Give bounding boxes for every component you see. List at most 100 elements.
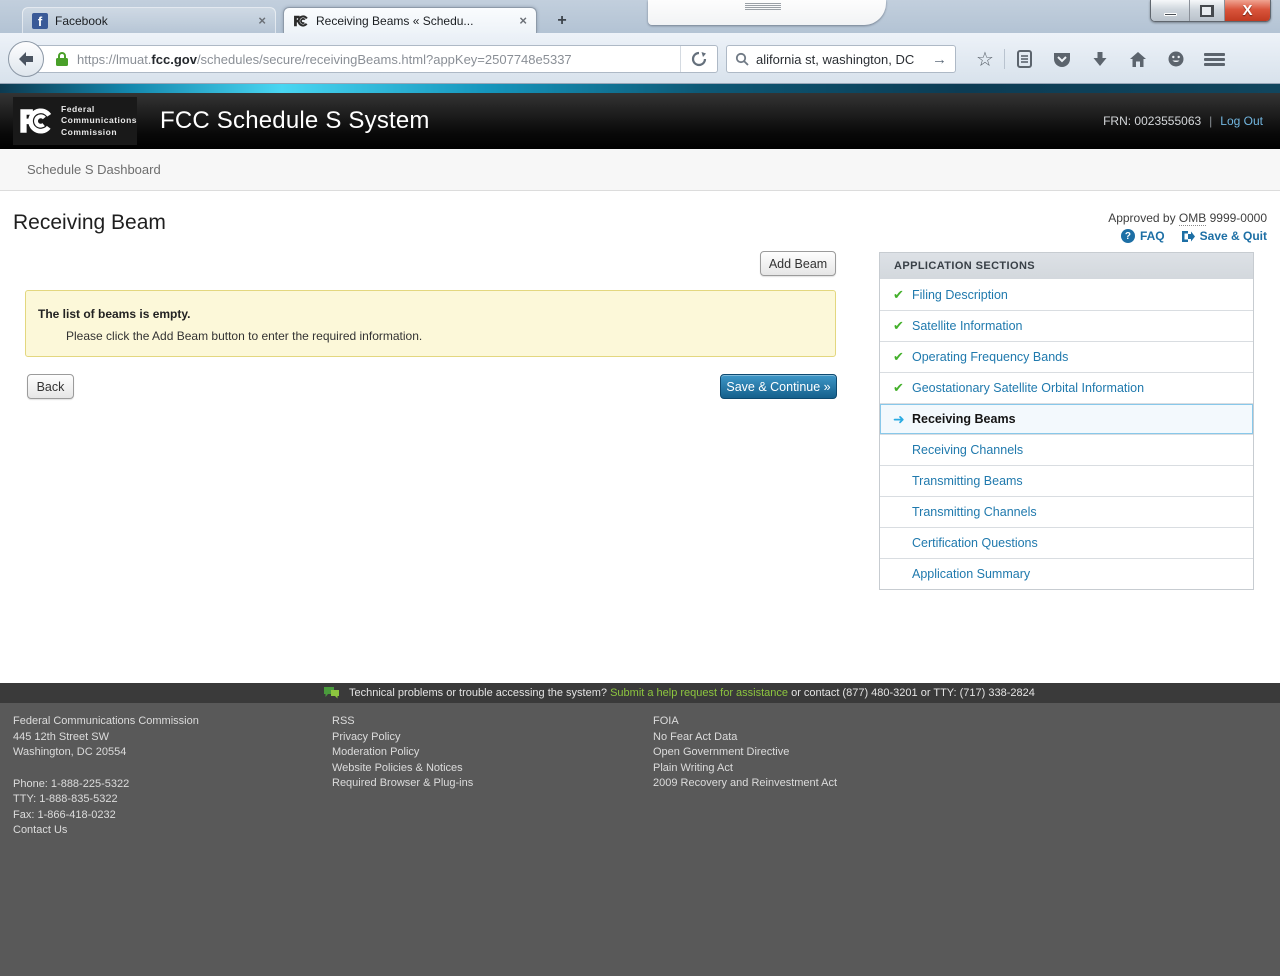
sidebar-item-filing-description[interactable]: ✔ Filing Description	[880, 279, 1253, 310]
footer-link-moderation[interactable]: Moderation Policy	[332, 745, 473, 761]
home-icon[interactable]	[1119, 51, 1157, 68]
save-continue-button[interactable]: Save & Continue »	[720, 374, 837, 399]
new-tab-button[interactable]: +	[549, 10, 575, 32]
breadcrumb: Schedule S Dashboard	[0, 149, 1280, 191]
reload-icon	[691, 51, 707, 67]
question-icon: ?	[1120, 229, 1135, 243]
reload-button[interactable]	[680, 46, 717, 72]
check-icon: ✔	[893, 318, 904, 333]
contact-us-link[interactable]: Contact Us	[13, 823, 199, 839]
footer-link-plain-writing[interactable]: Plain Writing Act	[653, 761, 837, 777]
sidebar-item-transmitting-beams[interactable]: Transmitting Beams	[880, 465, 1253, 496]
app-title: FCC Schedule S System	[160, 107, 430, 134]
footer-text: Phone: 1-888-225-5322	[13, 777, 130, 790]
footer-gov-column: FOIA No Fear Act Data Open Government Di…	[653, 714, 837, 792]
check-icon: ✔	[893, 286, 904, 302]
faq-link[interactable]: ? FAQ	[1120, 229, 1165, 243]
facebook-icon: f	[32, 12, 48, 29]
check-icon: ✔	[893, 349, 904, 364]
footer-link-rss[interactable]: RSS	[332, 714, 473, 730]
breadcrumb-item[interactable]: Schedule S Dashboard	[27, 162, 161, 177]
page-title: Receiving Beam	[13, 211, 166, 234]
browser-navbar: https://lmuat.fcc.gov/schedules/secure/r…	[0, 33, 1280, 84]
sidebar-item-application-summary[interactable]: Application Summary	[880, 558, 1253, 589]
alert-title: The list of beams is empty.	[38, 307, 191, 321]
browser-titlebar: f Facebook × Receiving Beams « Schedu...…	[0, 0, 1280, 33]
footer-link-no-fear[interactable]: No Fear Act Data	[653, 730, 837, 746]
sidebar-item-receiving-beams[interactable]: ➜ Receiving Beams	[880, 403, 1253, 434]
header-separator: |	[1209, 114, 1213, 128]
omb-abbr: OMB	[1178, 211, 1207, 226]
help-request-link[interactable]: Submit a help request for assistance	[610, 687, 788, 699]
window-controls: X	[1150, 0, 1271, 22]
header-session: FRN: 0023555063 | Log Out	[1103, 93, 1263, 149]
restore-button[interactable]	[1190, 0, 1225, 21]
exit-icon	[1181, 230, 1195, 242]
footer-link-open-gov[interactable]: Open Government Directive	[653, 745, 837, 761]
omb-approval: Approved by OMB 9999-0000	[1108, 211, 1267, 226]
footer-policies-column: RSS Privacy Policy Moderation Policy Web…	[332, 714, 473, 792]
footer-text: Federal Communications Commission	[13, 715, 199, 727]
add-beam-button[interactable]: Add Beam	[760, 251, 836, 276]
footer-link-privacy[interactable]: Privacy Policy	[332, 730, 473, 746]
footer-link-website-policies[interactable]: Website Policies & Notices	[332, 761, 473, 777]
sidebar-item-satellite-information[interactable]: ✔ Satellite Information	[880, 310, 1253, 341]
help-text: Technical problems or trouble accessing …	[349, 687, 1035, 699]
close-tab-icon[interactable]: ×	[519, 14, 527, 27]
page-footer: Federal Communications Commission 445 12…	[0, 703, 1280, 976]
toolbar-icons: ☆	[966, 45, 1233, 73]
page-meta: Approved by OMB 9999-0000 ? FAQ Save & Q…	[1108, 211, 1267, 243]
save-quit-link[interactable]: Save & Quit	[1181, 229, 1267, 243]
tab-title: Facebook	[55, 13, 108, 28]
search-go-icon[interactable]: →	[932, 51, 947, 68]
tab-facebook[interactable]: f Facebook ×	[22, 7, 276, 33]
bookmark-star-icon[interactable]: ☆	[966, 47, 1004, 72]
panel-header: APPLICATION SECTIONS	[880, 253, 1253, 279]
sidebar-item-operating-frequency-bands[interactable]: ✔ Operating Frequency Bands	[880, 341, 1253, 372]
bookmarks-menu-icon[interactable]	[1005, 50, 1043, 68]
footer-text: Fax: 1-866-418-0232	[13, 808, 116, 821]
page-accent-bar	[0, 84, 1280, 93]
downloads-icon[interactable]	[1081, 51, 1119, 68]
back-nav-button[interactable]	[8, 41, 44, 77]
sidebar-item-receiving-channels[interactable]: Receiving Channels	[880, 434, 1253, 465]
close-tab-icon[interactable]: ×	[258, 14, 266, 27]
search-icon	[735, 52, 749, 66]
footer-link-foia[interactable]: FOIA	[653, 714, 837, 730]
close-icon: X	[1242, 2, 1253, 19]
logout-link[interactable]: Log Out	[1220, 114, 1263, 128]
url-bar[interactable]: https://lmuat.fcc.gov/schedules/secure/r…	[26, 45, 718, 73]
application-sections-panel: APPLICATION SECTIONS ✔ Filing Descriptio…	[879, 252, 1254, 590]
close-window-button[interactable]: X	[1225, 0, 1270, 21]
pocket-icon[interactable]	[1043, 51, 1081, 68]
footer-link-required-browser[interactable]: Required Browser & Plug-ins	[332, 776, 473, 792]
fcc-icon	[294, 14, 309, 27]
fcc-logo-icon	[20, 108, 54, 134]
footer-text: 445 12th Street SW	[13, 730, 109, 743]
chat-bubbles-icon	[324, 687, 339, 699]
fcc-logo: Federal Communications Commission	[13, 97, 137, 145]
footer-address-column: Federal Communications Commission 445 12…	[13, 714, 199, 839]
footer-text: Washington, DC 20554	[13, 746, 127, 758]
check-icon: ✔	[893, 380, 904, 395]
menu-hamburger-icon[interactable]	[1195, 51, 1233, 68]
browser-chrome: f Facebook × Receiving Beams « Schedu...…	[0, 0, 1280, 84]
back-button[interactable]: Back	[27, 374, 74, 399]
footer-link-recovery-act[interactable]: 2009 Recovery and Reinvestment Act	[653, 776, 837, 792]
search-value: alifornia st, washington, DC	[756, 51, 915, 67]
search-input[interactable]: alifornia st, washington, DC →	[726, 45, 956, 73]
sidebar-item-transmitting-channels[interactable]: Transmitting Channels	[880, 496, 1253, 527]
footer-text: TTY: 1-888-835-5322	[13, 793, 118, 805]
sidebar-item-geostationary-orbital-info[interactable]: ✔ Geostationary Satellite Orbital Inform…	[880, 372, 1253, 403]
lock-icon	[56, 52, 68, 66]
minimize-button[interactable]	[1151, 0, 1190, 21]
tab-title: Receiving Beams « Schedu...	[316, 13, 474, 28]
fcc-brand-text: Federal Communications Commission	[61, 103, 137, 137]
drag-grip-icon	[745, 3, 781, 11]
frn-number: FRN: 0023555063	[1103, 114, 1202, 128]
url-text: https://lmuat.fcc.gov/schedules/secure/r…	[77, 51, 572, 67]
alert-body: Please click the Add Beam button to ente…	[66, 329, 423, 343]
tab-receiving-beams[interactable]: Receiving Beams « Schedu... ×	[283, 7, 537, 33]
sidebar-item-certification-questions[interactable]: Certification Questions	[880, 527, 1253, 558]
hello-smiley-icon[interactable]	[1157, 50, 1195, 68]
